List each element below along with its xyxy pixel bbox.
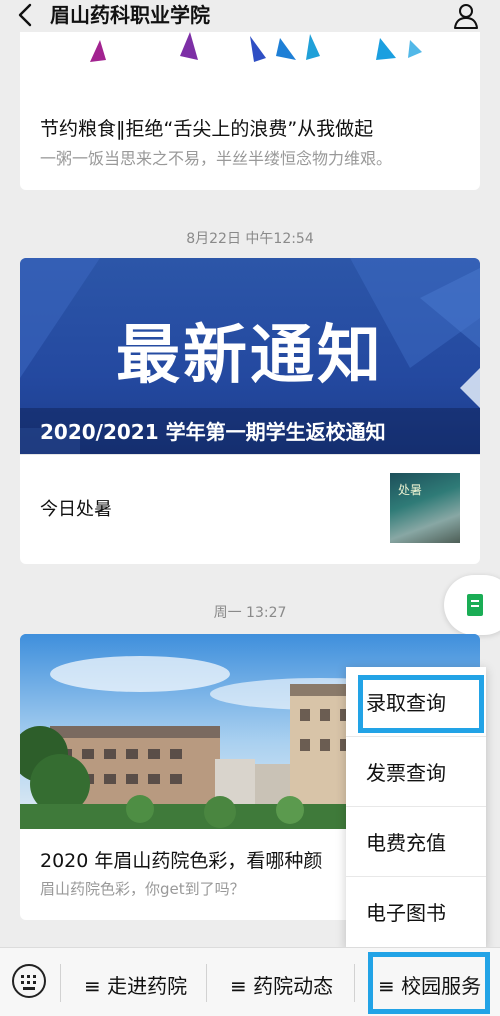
article-thumbnail: 处暑 (390, 473, 460, 543)
page-title: 眉山药科职业学院 (50, 3, 210, 27)
keyboard-icon[interactable] (12, 964, 46, 998)
menu-item-invoice-query[interactable]: 发票查询 (346, 737, 486, 807)
notice-caption: 2020/2021 学年第一期学生返校通知 (40, 420, 386, 444)
notice-caption-bar: 2020/2021 学年第一期学生返校通知 (20, 408, 480, 454)
menu-item-label: 发票查询 (366, 761, 446, 785)
tab-highlight-box (368, 952, 490, 1014)
menu-item-label: 电子图书 (366, 901, 446, 925)
tab-college-news[interactable]: ≡ 药院动态 (206, 948, 354, 1016)
menu-item-electricity-recharge[interactable]: 电费充值 (346, 807, 486, 877)
notice-banner[interactable]: 最新通知 2020/2021 学年第一期学生返校通知 (20, 258, 480, 454)
tab-label: ≡ 药院动态 (230, 974, 334, 998)
article-title[interactable]: 2020 年眉山药院色彩，看哪种颜 (40, 846, 322, 873)
article-card-2[interactable]: 最新通知 2020/2021 学年第一期学生返校通知 今日处暑 处暑 (20, 258, 480, 564)
article-sub-item[interactable]: 今日处暑 处暑 (20, 454, 480, 564)
article-title[interactable]: 节约粮食‖拒绝“舌尖上的浪费”从我做起 (40, 116, 373, 142)
menu-item-ebooks[interactable]: 电子图书 (346, 877, 486, 947)
tab-about-college[interactable]: ≡ 走进药院 (60, 948, 206, 1016)
chevron-left-icon[interactable] (14, 1, 38, 29)
menu-item-label: 电费充值 (366, 831, 446, 855)
thumbnail-text: 处暑 (398, 483, 423, 497)
article-subtitle: 眉山药院色彩，你get到了吗？ (40, 880, 245, 898)
menu-highlight-box (358, 675, 484, 733)
person-icon[interactable] (452, 2, 480, 30)
article-subtitle: 一粥一饭当思来之不易，半丝半缕恒念物力维艰。 (40, 149, 393, 168)
message-timestamp: 8月22日 中午12:54 (186, 231, 314, 247)
top-header: 眉山药科职业学院 (0, 0, 500, 32)
message-timestamp: 周一 13:27 (213, 605, 287, 621)
article-sub-title[interactable]: 今日处暑 (40, 495, 112, 521)
notice-banner-title: 最新通知 (116, 318, 384, 393)
tab-label: ≡ 走进药院 (84, 974, 188, 998)
